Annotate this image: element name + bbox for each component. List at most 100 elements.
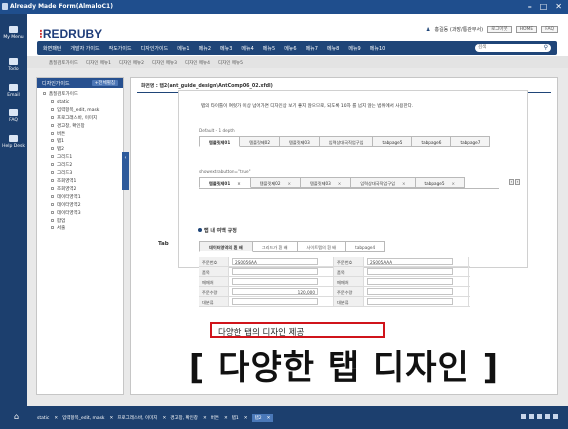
tree-item[interactable]: 그리드2 [41,162,119,170]
close-task-icon[interactable]: ✕ [162,416,166,421]
close-tab-icon[interactable]: × [237,181,241,186]
rail-help-desk[interactable]: Help Desk [0,135,27,149]
subnav-item[interactable]: 디자인 메뉴5 [218,60,243,66]
rail-faq[interactable]: FAQ [0,109,27,123]
tree-item[interactable]: static [41,99,119,107]
faq-button[interactable]: FAQ [541,26,558,33]
nav-item[interactable]: 메뉴9 [348,45,360,52]
tree-item[interactable]: 데이터영역3 [41,210,119,218]
tab[interactable]: 템플릿제03 [280,136,320,147]
close-task-icon[interactable]: ✕ [267,416,271,421]
tab[interactable]: 템플릿제01 [199,136,241,147]
tree-item[interactable]: 품질검토가이드 [41,91,119,99]
field-input[interactable] [232,298,318,305]
menu-icon[interactable] [553,414,558,419]
subnav-item[interactable]: 품질검토가이드 [49,60,78,66]
close-tab-icon[interactable]: × [338,181,342,186]
home-button[interactable]: HOME [515,26,538,33]
sidebar-collapse-button[interactable]: ‹ [122,152,129,190]
tree-item[interactable]: 탭1 [41,138,119,146]
close-tab-icon[interactable]: × [452,181,456,186]
close-task-icon[interactable]: ✕ [203,416,207,421]
close-task-icon[interactable]: ✕ [224,416,228,421]
tab[interactable]: tabpage6 [412,136,452,147]
tab[interactable]: 템플릿제03 × [301,177,352,188]
tab[interactable]: tabpage4 [346,241,386,252]
field-input[interactable]: 120,000 [232,288,318,295]
tab[interactable]: 템플릿제02 × [250,177,302,188]
tree-item[interactable]: 탭2 [41,146,119,154]
tab-scroll-right-button[interactable]: › [515,179,520,185]
nav-item[interactable]: 메뉴2 [199,45,211,52]
tab[interactable]: tabpage5 × [415,177,466,188]
tab[interactable]: 사이트맵의 흰 배 [297,241,347,252]
maximize-button[interactable]: □ [540,2,548,11]
tab[interactable]: tabpage5 [373,136,413,147]
tree-item[interactable]: 입력항목_edit, mask [41,107,119,115]
nav-item[interactable]: 메뉴10 [370,45,386,52]
task-item[interactable]: static ✕ [37,414,58,422]
nav-item[interactable]: 메뉴8 [327,45,339,52]
layout-icon[interactable] [521,414,526,419]
rail-email[interactable]: Email [0,84,27,98]
tree-item[interactable]: 조회영역1 [41,178,119,186]
tree-item[interactable]: 데이터영역2 [41,202,119,210]
minimize-button[interactable]: – [528,2,532,11]
rail-my-menu[interactable]: My Menu [0,26,27,40]
nav-item[interactable]: 화면패턴 [43,45,61,52]
close-task-icon[interactable]: ✕ [54,416,58,421]
close-task-icon[interactable]: ✕ [244,416,248,421]
rail-todo[interactable]: Todo [0,58,27,72]
nav-item[interactable]: 작도가이드 [109,45,132,52]
field-input[interactable] [367,298,453,305]
subnav-item[interactable]: 디자인 메뉴3 [152,60,177,66]
nav-item[interactable]: 디자인가이드 [141,45,169,52]
list-icon[interactable] [537,414,542,419]
field-input[interactable]: 2S0056AA [232,258,318,265]
tree-item[interactable]: 그리드3 [41,170,119,178]
tab[interactable]: tabpage7 [451,136,491,147]
field-input[interactable] [367,268,453,275]
tree-item[interactable]: 프로그래스바, 이미지 [41,115,119,123]
nav-item[interactable]: 메뉴3 [220,45,232,52]
nav-item[interactable]: 개발자 가이드 [70,45,99,52]
search-input[interactable]: 검색 ⚲ [475,44,551,52]
nav-item[interactable]: 메뉴4 [241,45,253,52]
tree-item[interactable]: 조회영역2 [41,186,119,194]
subnav-item[interactable]: 디자인 메뉴2 [119,60,144,66]
field-input[interactable]: 2S005AAA [367,258,453,265]
task-item[interactable]: 프로그래스바, 이미지 ✕ [117,414,166,422]
tree-item[interactable]: 경고창, 확인창 [41,123,119,131]
field-input[interactable] [232,278,318,285]
tab[interactable]: 템플릿제02 [240,136,280,147]
tab[interactable]: 입력상대국직업구입 [319,136,374,147]
close-button[interactable]: ✕ [555,2,562,11]
field-input[interactable] [367,288,453,295]
tab[interactable]: 템플릿제01 × [199,177,251,188]
close-tab-icon[interactable]: × [288,181,292,186]
close-tab-icon[interactable]: × [402,181,406,186]
subnav-item[interactable]: 디자인 메뉴1 [86,60,111,66]
search-icon[interactable]: ⚲ [544,44,548,52]
tab[interactable]: 데이터영역의 흰 배 [199,241,253,252]
close-all-icon[interactable] [545,414,550,419]
task-item[interactable]: 탭1 ✕ [232,414,248,422]
nav-item[interactable]: 메뉴7 [306,45,318,52]
tree-item[interactable]: 팝업 [41,218,119,226]
home-icon[interactable]: ⌂ [12,412,21,421]
tab[interactable]: 그리드가 흰 배 [252,241,298,252]
expand-all-button[interactable]: +전체펼침 [91,80,118,86]
subnav-item[interactable]: 디자인 메뉴4 [185,60,210,66]
tab-scroll-left-button[interactable]: ‹ [509,179,514,185]
task-item[interactable]: 버튼 ✕ [211,414,228,422]
logout-button[interactable]: 로그아웃 [487,26,512,33]
tab[interactable]: 입력상대국직업구입 × [351,177,416,188]
tree-item[interactable]: 버튼 [41,131,119,139]
task-item[interactable]: 입력항목_edit, mask ✕ [62,414,113,422]
tree-item[interactable]: 서줄 [41,225,119,233]
tree-item[interactable]: 데이터영역1 [41,194,119,202]
nav-item[interactable]: 메뉴1 [177,45,189,52]
tree-item[interactable]: 그리드1 [41,154,119,162]
task-item[interactable]: 탭2 ✕ [251,414,274,422]
nav-item[interactable]: 메뉴6 [284,45,296,52]
